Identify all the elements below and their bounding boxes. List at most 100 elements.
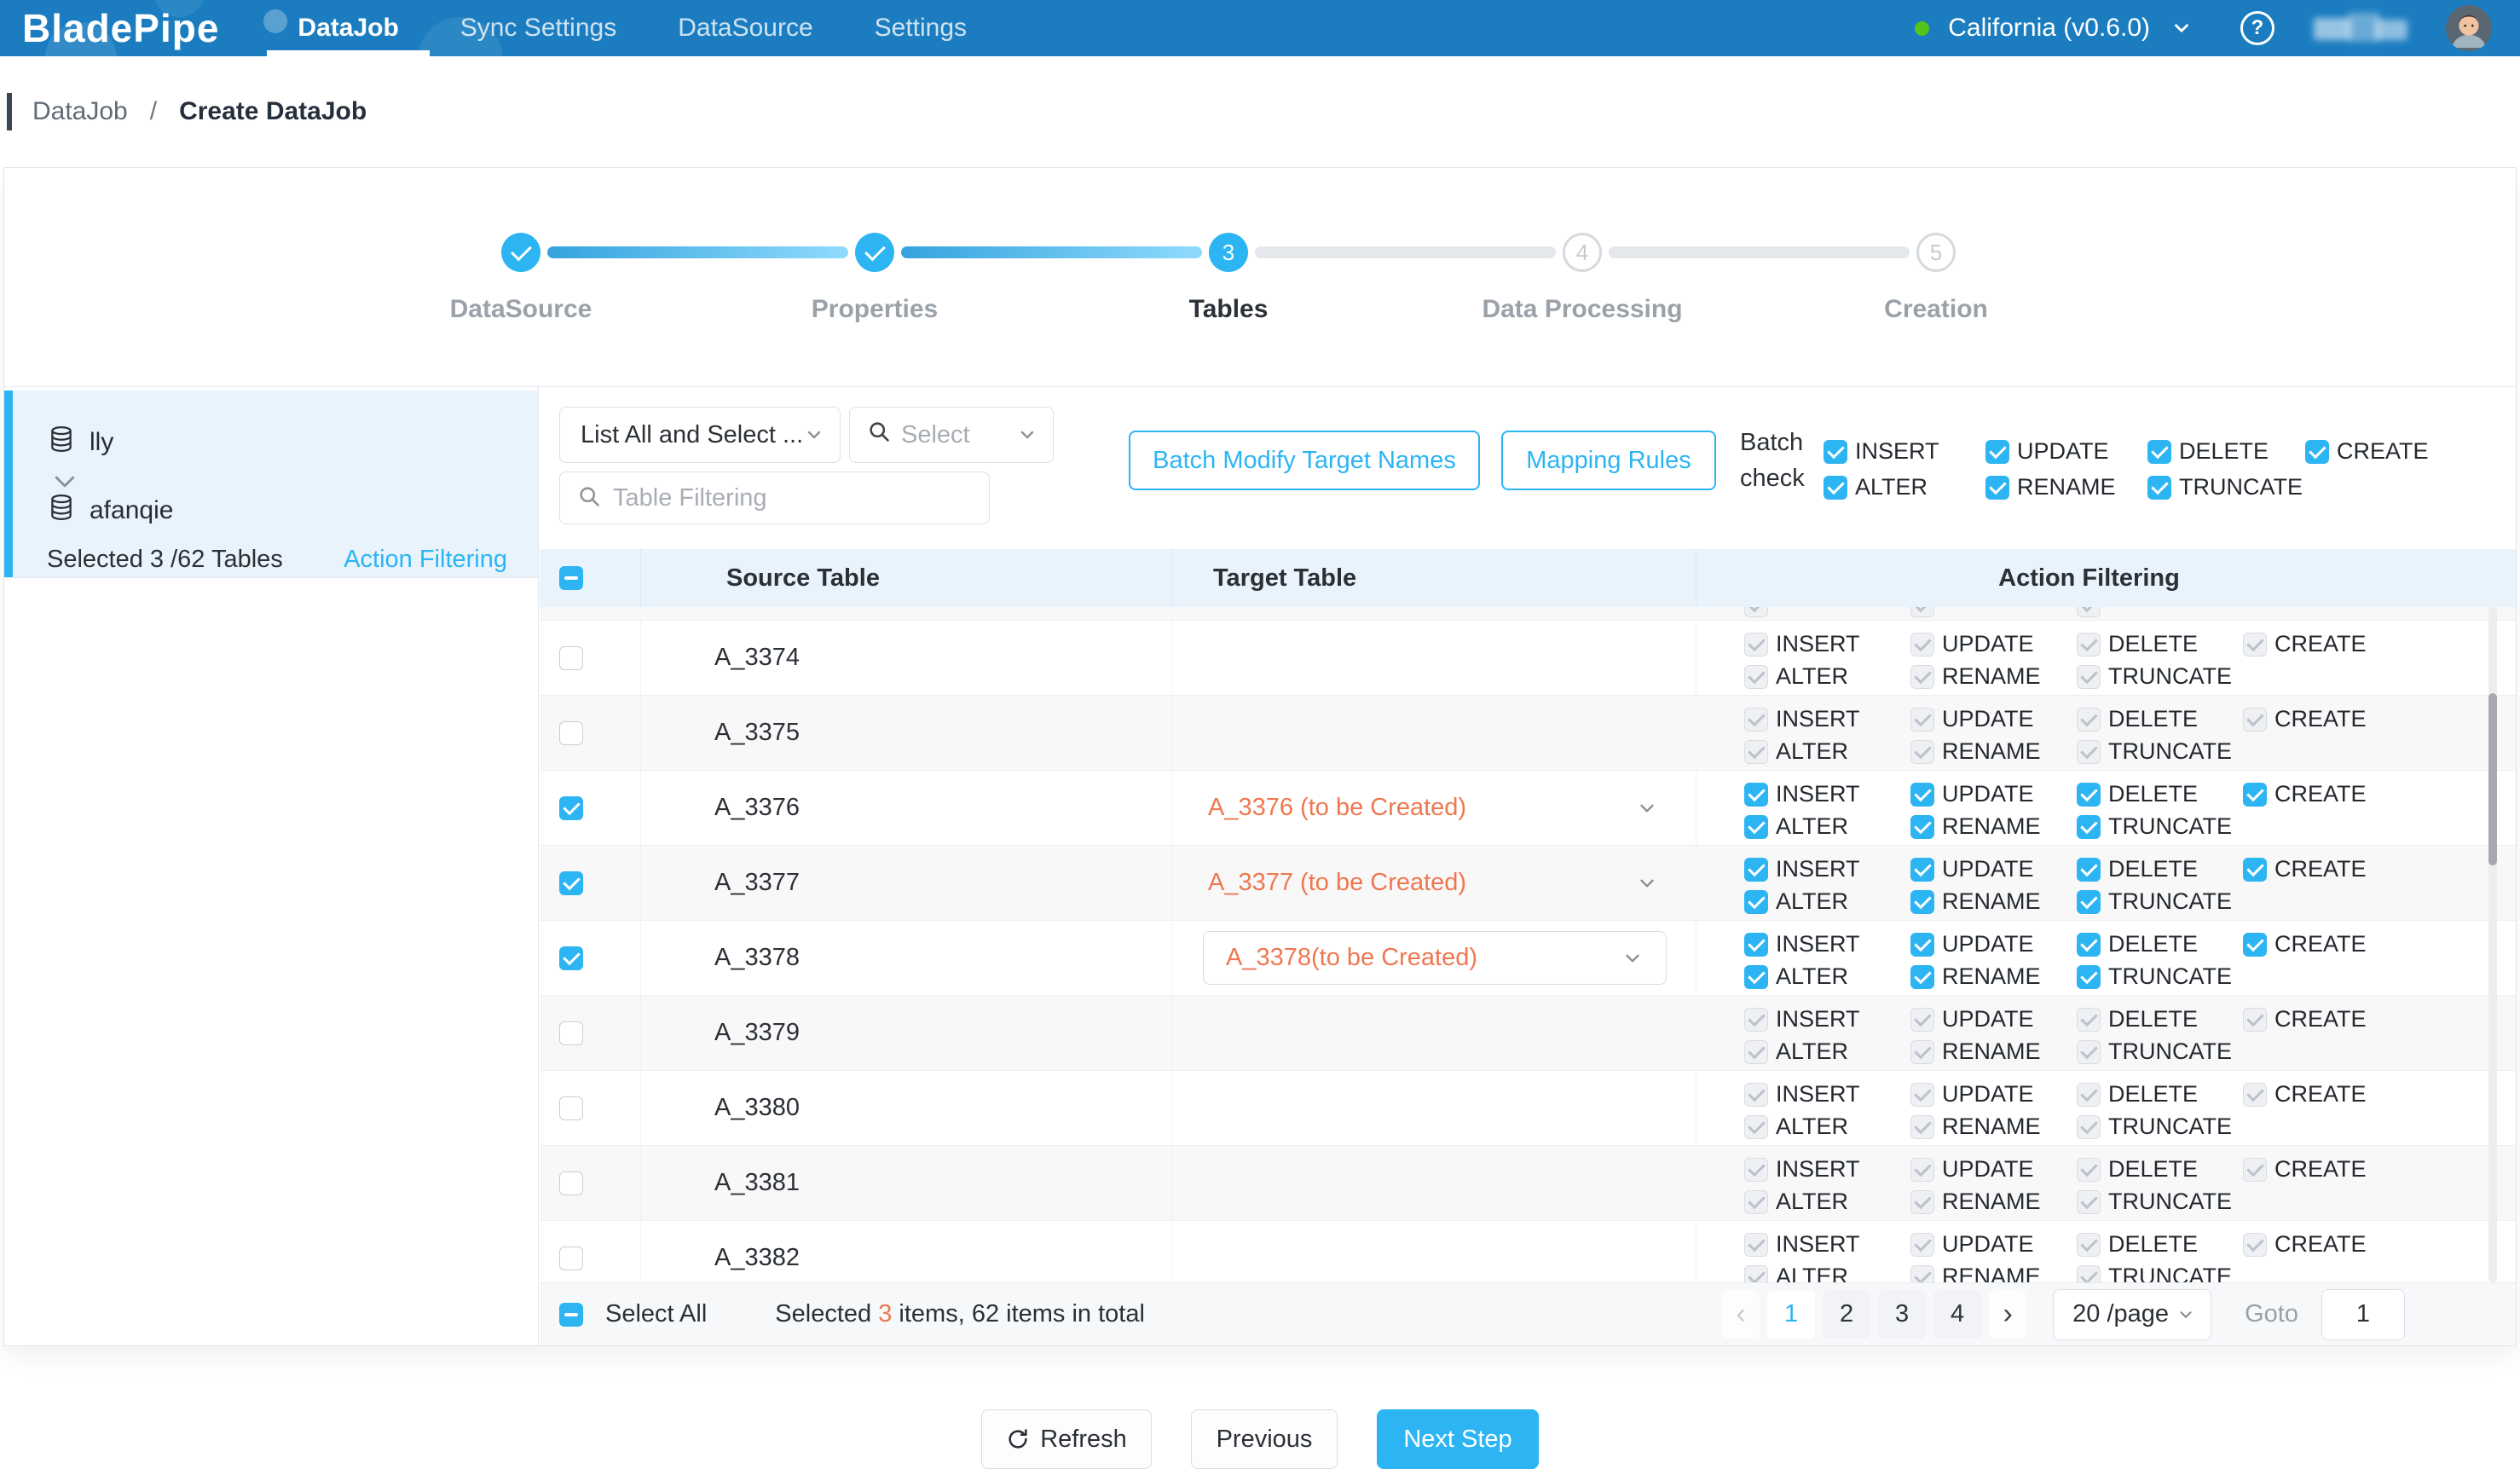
action-checkbox-rename[interactable]	[1910, 890, 1934, 914]
goto-page-input[interactable]	[2321, 1289, 2405, 1340]
action-checkbox-truncate[interactable]	[2077, 740, 2101, 764]
action-checkbox-insert[interactable]	[1744, 1158, 1768, 1182]
action-checkbox-insert[interactable]	[1744, 933, 1768, 957]
batch-modify-target-names-button[interactable]: Batch Modify Target Names	[1129, 431, 1480, 490]
action-checkbox-update[interactable]	[1910, 708, 1934, 732]
action-checkbox-truncate[interactable]	[2077, 890, 2101, 914]
select-all-footer-checkbox[interactable]	[559, 1303, 583, 1327]
page-button-1[interactable]: 1	[1767, 1291, 1815, 1339]
action-checkbox-insert[interactable]	[1744, 858, 1768, 882]
action-checkbox-alter[interactable]	[1744, 1265, 1768, 1283]
action-checkbox-update[interactable]	[1910, 1158, 1934, 1182]
action-checkbox-delete[interactable]	[2077, 1083, 2101, 1107]
action-checkbox-alter[interactable]	[1744, 1190, 1768, 1214]
action-checkbox-insert[interactable]	[1744, 708, 1768, 732]
action-checkbox-update[interactable]	[1910, 1083, 1934, 1107]
sidebar-selected-mapping[interactable]: lly afanqie	[4, 390, 538, 578]
action-checkbox-delete[interactable]	[2077, 633, 2101, 657]
nav-item-datajob[interactable]: DataJob	[267, 0, 429, 56]
action-checkbox-delete[interactable]	[2077, 1008, 2101, 1032]
row-checkbox[interactable]	[559, 1247, 583, 1270]
action-checkbox-alter[interactable]	[1744, 815, 1768, 839]
page-button-2[interactable]: 2	[1823, 1291, 1870, 1339]
action-checkbox-rename[interactable]	[1985, 476, 2009, 500]
action-checkbox-insert[interactable]	[1744, 1233, 1768, 1257]
action-checkbox-truncate[interactable]	[2077, 1265, 2101, 1283]
page-size-select[interactable]: 20 /page	[2053, 1289, 2211, 1340]
action-checkbox-alter[interactable]	[1744, 740, 1768, 764]
row-checkbox[interactable]	[559, 946, 583, 970]
action-checkbox-truncate[interactable]	[2077, 1115, 2101, 1139]
action-checkbox-alter[interactable]	[1744, 1040, 1768, 1064]
action-checkbox-truncate[interactable]	[2077, 1190, 2101, 1214]
action-checkbox-truncate[interactable]	[2147, 476, 2171, 500]
action-checkbox-delete[interactable]	[2077, 858, 2101, 882]
action-checkbox-update[interactable]	[1985, 440, 2009, 464]
action-checkbox-delete[interactable]	[2077, 708, 2101, 732]
username-blurred[interactable]	[2314, 11, 2407, 45]
action-checkbox-truncate[interactable]	[2077, 965, 2101, 989]
action-checkbox-update[interactable]	[1910, 1233, 1934, 1257]
nav-item-datasource[interactable]: DataSource	[647, 0, 843, 56]
nav-item-settings[interactable]: Settings	[844, 0, 997, 56]
action-checkbox-create[interactable]	[2243, 1083, 2267, 1107]
target-select-caret[interactable]	[1636, 872, 1658, 894]
action-checkbox-alter[interactable]	[1744, 965, 1768, 989]
action-checkbox-rename[interactable]	[1910, 1265, 1934, 1283]
action-checkbox-rename[interactable]	[1910, 815, 1934, 839]
action-checkbox-create[interactable]	[2243, 783, 2267, 807]
action-checkbox[interactable]	[1744, 607, 1768, 617]
action-checkbox-rename[interactable]	[1910, 1190, 1934, 1214]
scrollbar-thumb[interactable]	[2488, 693, 2497, 865]
action-checkbox-update[interactable]	[1910, 783, 1934, 807]
row-checkbox[interactable]	[559, 796, 583, 820]
action-checkbox-truncate[interactable]	[2077, 815, 2101, 839]
action-checkbox-delete[interactable]	[2147, 440, 2171, 464]
action-checkbox-update[interactable]	[1910, 858, 1934, 882]
action-checkbox-rename[interactable]	[1910, 665, 1934, 689]
action-checkbox-rename[interactable]	[1910, 740, 1934, 764]
action-checkbox-create[interactable]	[2243, 1233, 2267, 1257]
avatar[interactable]	[2446, 5, 2492, 51]
select-all-checkbox[interactable]	[559, 566, 583, 590]
nav-item-sync-settings[interactable]: Sync Settings	[430, 0, 647, 56]
action-checkbox-alter[interactable]	[1744, 665, 1768, 689]
previous-button[interactable]: Previous	[1191, 1409, 1338, 1469]
help-icon[interactable]: ?	[2240, 11, 2274, 45]
action-checkbox-create[interactable]	[2243, 708, 2267, 732]
action-checkbox-create[interactable]	[2243, 1008, 2267, 1032]
next-step-button[interactable]: Next Step	[1377, 1409, 1539, 1469]
row-checkbox[interactable]	[559, 646, 583, 670]
action-checkbox-delete[interactable]	[2077, 1233, 2101, 1257]
action-checkbox-truncate[interactable]	[2077, 665, 2101, 689]
action-checkbox-delete[interactable]	[2077, 933, 2101, 957]
row-checkbox[interactable]	[559, 1021, 583, 1045]
target-table-select[interactable]: A_3378(to be Created)	[1203, 931, 1667, 985]
schema-select[interactable]: Select	[849, 407, 1054, 463]
action-checkbox-rename[interactable]	[1910, 965, 1934, 989]
target-select-caret[interactable]	[1636, 797, 1658, 819]
action-checkbox-update[interactable]	[1910, 1008, 1934, 1032]
action-checkbox-update[interactable]	[1910, 933, 1934, 957]
row-checkbox[interactable]	[559, 1171, 583, 1195]
action-checkbox-insert[interactable]	[1744, 633, 1768, 657]
page-button-4[interactable]: 4	[1933, 1291, 1981, 1339]
refresh-button[interactable]: Refresh	[981, 1409, 1152, 1469]
action-checkbox[interactable]	[1910, 607, 1934, 617]
action-checkbox-rename[interactable]	[1910, 1040, 1934, 1064]
action-checkbox-alter[interactable]	[1744, 890, 1768, 914]
action-checkbox[interactable]	[2077, 607, 2101, 617]
action-checkbox-create[interactable]	[2243, 1158, 2267, 1182]
page-button-3[interactable]: 3	[1878, 1291, 1926, 1339]
action-checkbox-alter[interactable]	[1824, 476, 1847, 500]
action-checkbox-delete[interactable]	[2077, 783, 2101, 807]
action-checkbox-insert[interactable]	[1744, 783, 1768, 807]
action-filtering-link[interactable]: Action Filtering	[344, 546, 507, 574]
next-page-button[interactable]: ›	[1989, 1291, 2026, 1339]
action-checkbox-create[interactable]	[2243, 858, 2267, 882]
action-checkbox-truncate[interactable]	[2077, 1040, 2101, 1064]
row-checkbox[interactable]	[559, 871, 583, 895]
action-checkbox-alter[interactable]	[1744, 1115, 1768, 1139]
mapping-rules-button[interactable]: Mapping Rules	[1501, 431, 1716, 490]
action-checkbox-rename[interactable]	[1910, 1115, 1934, 1139]
